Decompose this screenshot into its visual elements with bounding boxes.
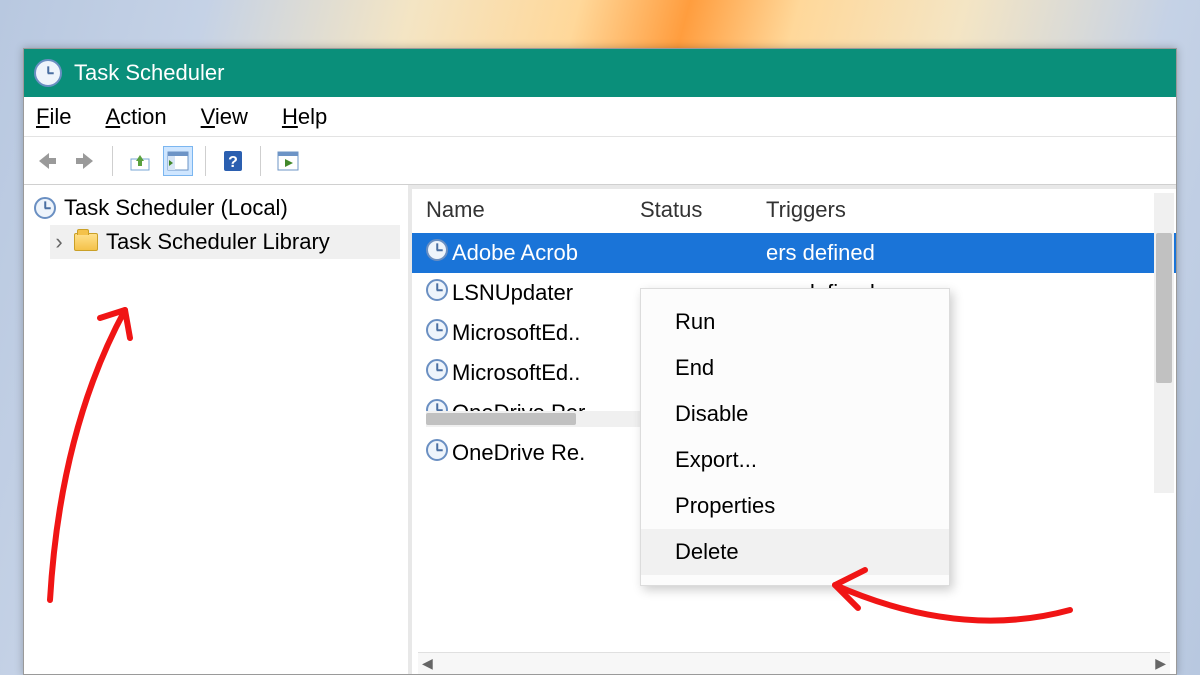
tree-root[interactable]: Task Scheduler (Local): [32, 191, 400, 225]
ctx-properties[interactable]: Properties: [641, 483, 949, 529]
horizontal-scrollbar[interactable]: [426, 411, 676, 427]
menu-file[interactable]: File: [36, 104, 71, 130]
up-button[interactable]: [125, 146, 155, 176]
bottom-scrollbar[interactable]: ◀ ▶: [418, 652, 1170, 674]
forward-button[interactable]: [70, 146, 100, 176]
vertical-scrollbar[interactable]: [1154, 193, 1174, 493]
ctx-run[interactable]: Run: [641, 299, 949, 345]
scroll-left-icon[interactable]: ◀: [422, 655, 433, 672]
tree-root-label: Task Scheduler (Local): [64, 195, 288, 221]
col-triggers[interactable]: Triggers: [766, 197, 1162, 223]
task-name: OneDrive Re.: [452, 440, 640, 466]
tree-library[interactable]: › Task Scheduler Library: [50, 225, 400, 259]
titlebar[interactable]: Task Scheduler: [24, 49, 1176, 97]
tree-pane: Task Scheduler (Local) › Task Scheduler …: [24, 185, 412, 674]
col-name[interactable]: Name: [426, 197, 640, 223]
toolbar: ?: [24, 137, 1176, 185]
task-name: Adobe Acrob: [452, 240, 640, 266]
task-icon: [426, 439, 448, 461]
ctx-export[interactable]: Export...: [641, 437, 949, 483]
back-button[interactable]: [32, 146, 62, 176]
task-name: LSNUpdater: [452, 280, 640, 306]
run-pane-button[interactable]: [273, 146, 303, 176]
list-header: Name Status Triggers: [412, 189, 1176, 233]
help-button[interactable]: ?: [218, 146, 248, 176]
task-icon: [426, 239, 448, 261]
task-icon: [426, 319, 448, 341]
menubar: File Action View Help: [24, 97, 1176, 137]
ctx-end[interactable]: End: [641, 345, 949, 391]
chevron-right-icon[interactable]: ›: [52, 229, 66, 255]
col-status[interactable]: Status: [640, 197, 766, 223]
menu-action[interactable]: Action: [105, 104, 166, 130]
svg-text:?: ?: [228, 154, 238, 171]
ctx-delete[interactable]: Delete: [641, 529, 949, 575]
tree-library-label: Task Scheduler Library: [106, 229, 330, 255]
window-title: Task Scheduler: [74, 60, 224, 86]
task-name: MicrosoftEd..: [452, 320, 640, 346]
app-icon: [34, 59, 62, 87]
task-icon: [426, 359, 448, 381]
task-icon: [426, 279, 448, 301]
show-hide-tree-button[interactable]: [163, 146, 193, 176]
folder-icon: [74, 233, 98, 251]
context-menu: Run End Disable Export... Properties Del…: [640, 288, 950, 586]
menu-help[interactable]: Help: [282, 104, 327, 130]
task-name: MicrosoftEd..: [452, 360, 640, 386]
task-triggers: ers defined: [766, 240, 1162, 266]
task-scheduler-window: Task Scheduler File Action View Help ?: [23, 48, 1177, 675]
task-row[interactable]: Adobe Acrob ers defined: [412, 233, 1176, 273]
scheduler-icon: [34, 197, 56, 219]
scroll-right-icon[interactable]: ▶: [1155, 655, 1166, 672]
ctx-disable[interactable]: Disable: [641, 391, 949, 437]
menu-view[interactable]: View: [201, 104, 248, 130]
